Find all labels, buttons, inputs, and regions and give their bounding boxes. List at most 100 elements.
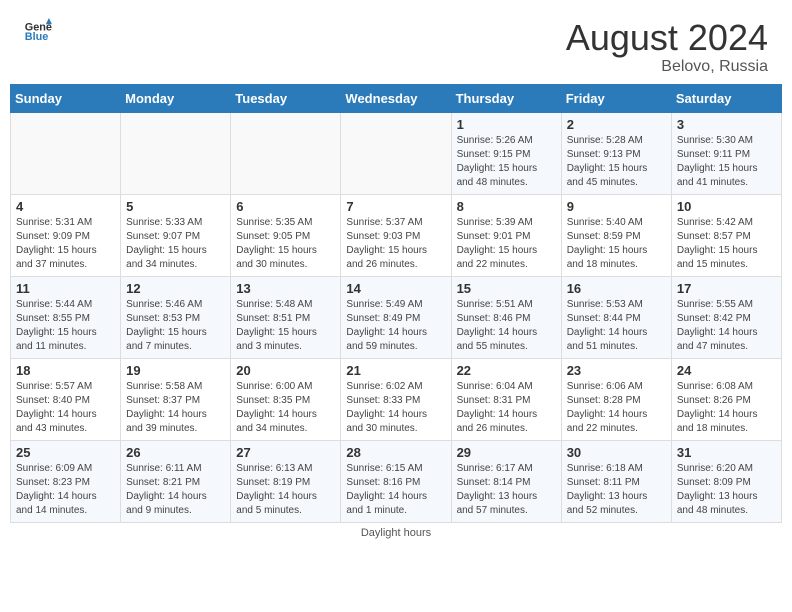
calendar-cell: 19Sunrise: 5:58 AM Sunset: 8:37 PM Dayli… bbox=[121, 358, 231, 440]
day-info: Sunrise: 5:33 AM Sunset: 9:07 PM Dayligh… bbox=[126, 216, 225, 272]
day-of-week-header: Wednesday bbox=[341, 84, 451, 112]
calendar-cell: 17 Sunrise: 5:55 AM Sunset: 8:42 PM Dayli… bbox=[671, 276, 781, 358]
calendar-cell: 25 Sunrise: 6:09 AM Sunset: 8:23 PM Dayli… bbox=[11, 440, 121, 522]
day-number: 23 bbox=[567, 363, 666, 378]
day-info: Sunrise: 6:02 AM Sunset: 8:33 PM Dayligh… bbox=[346, 380, 445, 436]
calendar-cell: 27 Sunrise: 6:13 AM Sunset: 8:19 PM Dayli… bbox=[231, 440, 341, 522]
svg-text:Blue: Blue bbox=[25, 31, 49, 43]
calendar-cell: 1 Sunrise: 5:26 AM Sunset: 9:15 PM Daylig… bbox=[451, 112, 561, 194]
day-info: Sunrise: 5:48 AM Sunset: 8:51 PM Dayligh… bbox=[236, 298, 335, 354]
day-info: Sunrise: 5:31 AM Sunset: 9:09 PM Dayligh… bbox=[16, 216, 115, 272]
day-number: 10 bbox=[677, 199, 776, 214]
calendar-cell: 31 Sunrise: 6:20 AM Sunset: 8:09 PM Dayli… bbox=[671, 440, 781, 522]
day-number: 30 bbox=[567, 445, 666, 460]
day-number: 6 bbox=[236, 199, 335, 214]
day-number: 8 bbox=[457, 199, 556, 214]
calendar-cell bbox=[121, 112, 231, 194]
day-info: Sunrise: 6:11 AM Sunset: 8:21 PM Dayligh… bbox=[126, 462, 225, 518]
day-number: 2 bbox=[567, 117, 666, 132]
day-of-week-header: Tuesday bbox=[231, 84, 341, 112]
calendar-cell: 8 Sunrise: 5:39 AM Sunset: 9:01 PM Daylig… bbox=[451, 194, 561, 276]
day-number: 12 bbox=[126, 281, 225, 296]
subtitle: Belovo, Russia bbox=[566, 58, 768, 76]
day-of-week-header: Friday bbox=[561, 84, 671, 112]
calendar-cell: 18 Sunrise: 5:57 AM Sunset: 8:40 PM Dayli… bbox=[11, 358, 121, 440]
calendar-cell: 4 Sunrise: 5:31 AM Sunset: 9:09 PM Daylig… bbox=[11, 194, 121, 276]
day-info: Sunrise: 5:53 AM Sunset: 8:44 PM Dayligh… bbox=[567, 298, 666, 354]
day-info: Sunrise: 5:40 AM Sunset: 8:59 PM Dayligh… bbox=[567, 216, 666, 272]
calendar-cell: 23 Sunrise: 6:06 AM Sunset: 8:28 PM Dayli… bbox=[561, 358, 671, 440]
header: General Blue August 2024 Belovo, Russia bbox=[0, 0, 792, 84]
day-info: Sunrise: 6:09 AM Sunset: 8:23 PM Dayligh… bbox=[16, 462, 115, 518]
day-info: Sunrise: 6:00 AM Sunset: 8:35 PM Dayligh… bbox=[236, 380, 335, 436]
day-number: 31 bbox=[677, 445, 776, 460]
day-info: Sunrise: 5:55 AM Sunset: 8:42 PM Dayligh… bbox=[677, 298, 776, 354]
day-number: 25 bbox=[16, 445, 115, 460]
calendar-cell: 9 Sunrise: 5:40 AM Sunset: 8:59 PM Daylig… bbox=[561, 194, 671, 276]
calendar-cell: 28 Sunrise: 6:15 AM Sunset: 8:16 PM Dayli… bbox=[341, 440, 451, 522]
calendar-cell bbox=[231, 112, 341, 194]
day-info: Sunrise: 5:37 AM Sunset: 9:03 PM Dayligh… bbox=[346, 216, 445, 272]
main-title: August 2024 bbox=[566, 18, 768, 58]
calendar-cell: 16Sunrise: 5:53 AM Sunset: 8:44 PM Dayli… bbox=[561, 276, 671, 358]
day-number: 29 bbox=[457, 445, 556, 460]
day-info: Sunrise: 6:20 AM Sunset: 8:09 PM Dayligh… bbox=[677, 462, 776, 518]
day-info: Sunrise: 6:08 AM Sunset: 8:26 PM Dayligh… bbox=[677, 380, 776, 436]
day-info: Sunrise: 5:42 AM Sunset: 8:57 PM Dayligh… bbox=[677, 216, 776, 272]
title-block: August 2024 Belovo, Russia bbox=[566, 18, 768, 76]
day-info: Sunrise: 5:44 AM Sunset: 8:55 PM Dayligh… bbox=[16, 298, 115, 354]
day-number: 19 bbox=[126, 363, 225, 378]
day-number: 5 bbox=[126, 199, 225, 214]
day-info: Sunrise: 6:15 AM Sunset: 8:16 PM Dayligh… bbox=[346, 462, 445, 518]
calendar-cell: 24 Sunrise: 6:08 AM Sunset: 8:26 PM Dayli… bbox=[671, 358, 781, 440]
day-number: 21 bbox=[346, 363, 445, 378]
calendar-cell: 7 Sunrise: 5:37 AM Sunset: 9:03 PM Daylig… bbox=[341, 194, 451, 276]
logo-icon: General Blue bbox=[24, 18, 52, 46]
day-info: Sunrise: 6:06 AM Sunset: 8:28 PM Dayligh… bbox=[567, 380, 666, 436]
calendar-cell: 21 Sunrise: 6:02 AM Sunset: 8:33 PM Dayli… bbox=[341, 358, 451, 440]
day-info: Sunrise: 5:28 AM Sunset: 9:13 PM Dayligh… bbox=[567, 134, 666, 190]
day-number: 22 bbox=[457, 363, 556, 378]
calendar-cell: 22Sunrise: 6:04 AM Sunset: 8:31 PM Dayli… bbox=[451, 358, 561, 440]
calendar-cell: 29 Sunrise: 6:17 AM Sunset: 8:14 PM Dayli… bbox=[451, 440, 561, 522]
day-number: 1 bbox=[457, 117, 556, 132]
day-info: Sunrise: 5:30 AM Sunset: 9:11 PM Dayligh… bbox=[677, 134, 776, 190]
calendar-cell: 13 Sunrise: 5:48 AM Sunset: 8:51 PM Dayli… bbox=[231, 276, 341, 358]
day-number: 4 bbox=[16, 199, 115, 214]
day-info: Sunrise: 5:46 AM Sunset: 8:53 PM Dayligh… bbox=[126, 298, 225, 354]
day-number: 28 bbox=[346, 445, 445, 460]
calendar-cell: 14 Sunrise: 5:49 AM Sunset: 8:49 PM Dayli… bbox=[341, 276, 451, 358]
calendar-cell: 2 Sunrise: 5:28 AM Sunset: 9:13 PM Daylig… bbox=[561, 112, 671, 194]
day-number: 27 bbox=[236, 445, 335, 460]
logo: General Blue bbox=[24, 18, 52, 46]
day-number: 20 bbox=[236, 363, 335, 378]
day-info: Sunrise: 5:26 AM Sunset: 9:15 PM Dayligh… bbox=[457, 134, 556, 190]
day-number: 14 bbox=[346, 281, 445, 296]
calendar-cell: 3 Sunrise: 5:30 AM Sunset: 9:11 PM Daylig… bbox=[671, 112, 781, 194]
day-number: 18 bbox=[16, 363, 115, 378]
calendar-cell bbox=[11, 112, 121, 194]
footer-note: Daylight hours bbox=[10, 523, 782, 541]
day-number: 17 bbox=[677, 281, 776, 296]
calendar-cell: 15Sunrise: 5:51 AM Sunset: 8:46 PM Dayli… bbox=[451, 276, 561, 358]
calendar-cell: 30 Sunrise: 6:18 AM Sunset: 8:11 PM Dayli… bbox=[561, 440, 671, 522]
day-of-week-header: Saturday bbox=[671, 84, 781, 112]
day-info: Sunrise: 6:18 AM Sunset: 8:11 PM Dayligh… bbox=[567, 462, 666, 518]
day-number: 3 bbox=[677, 117, 776, 132]
calendar-cell: 12 Sunrise: 5:46 AM Sunset: 8:53 PM Dayli… bbox=[121, 276, 231, 358]
day-info: Sunrise: 6:17 AM Sunset: 8:14 PM Dayligh… bbox=[457, 462, 556, 518]
day-of-week-header: Monday bbox=[121, 84, 231, 112]
calendar-cell: 20 Sunrise: 6:00 AM Sunset: 8:35 PM Dayli… bbox=[231, 358, 341, 440]
day-number: 13 bbox=[236, 281, 335, 296]
day-number: 7 bbox=[346, 199, 445, 214]
day-info: Sunrise: 5:49 AM Sunset: 8:49 PM Dayligh… bbox=[346, 298, 445, 354]
day-info: Sunrise: 5:57 AM Sunset: 8:40 PM Dayligh… bbox=[16, 380, 115, 436]
day-number: 24 bbox=[677, 363, 776, 378]
day-info: Sunrise: 6:13 AM Sunset: 8:19 PM Dayligh… bbox=[236, 462, 335, 518]
day-info: Sunrise: 5:35 AM Sunset: 9:05 PM Dayligh… bbox=[236, 216, 335, 272]
day-of-week-header: Sunday bbox=[11, 84, 121, 112]
day-number: 9 bbox=[567, 199, 666, 214]
calendar-cell bbox=[341, 112, 451, 194]
day-info: Sunrise: 5:39 AM Sunset: 9:01 PM Dayligh… bbox=[457, 216, 556, 272]
day-number: 26 bbox=[126, 445, 225, 460]
